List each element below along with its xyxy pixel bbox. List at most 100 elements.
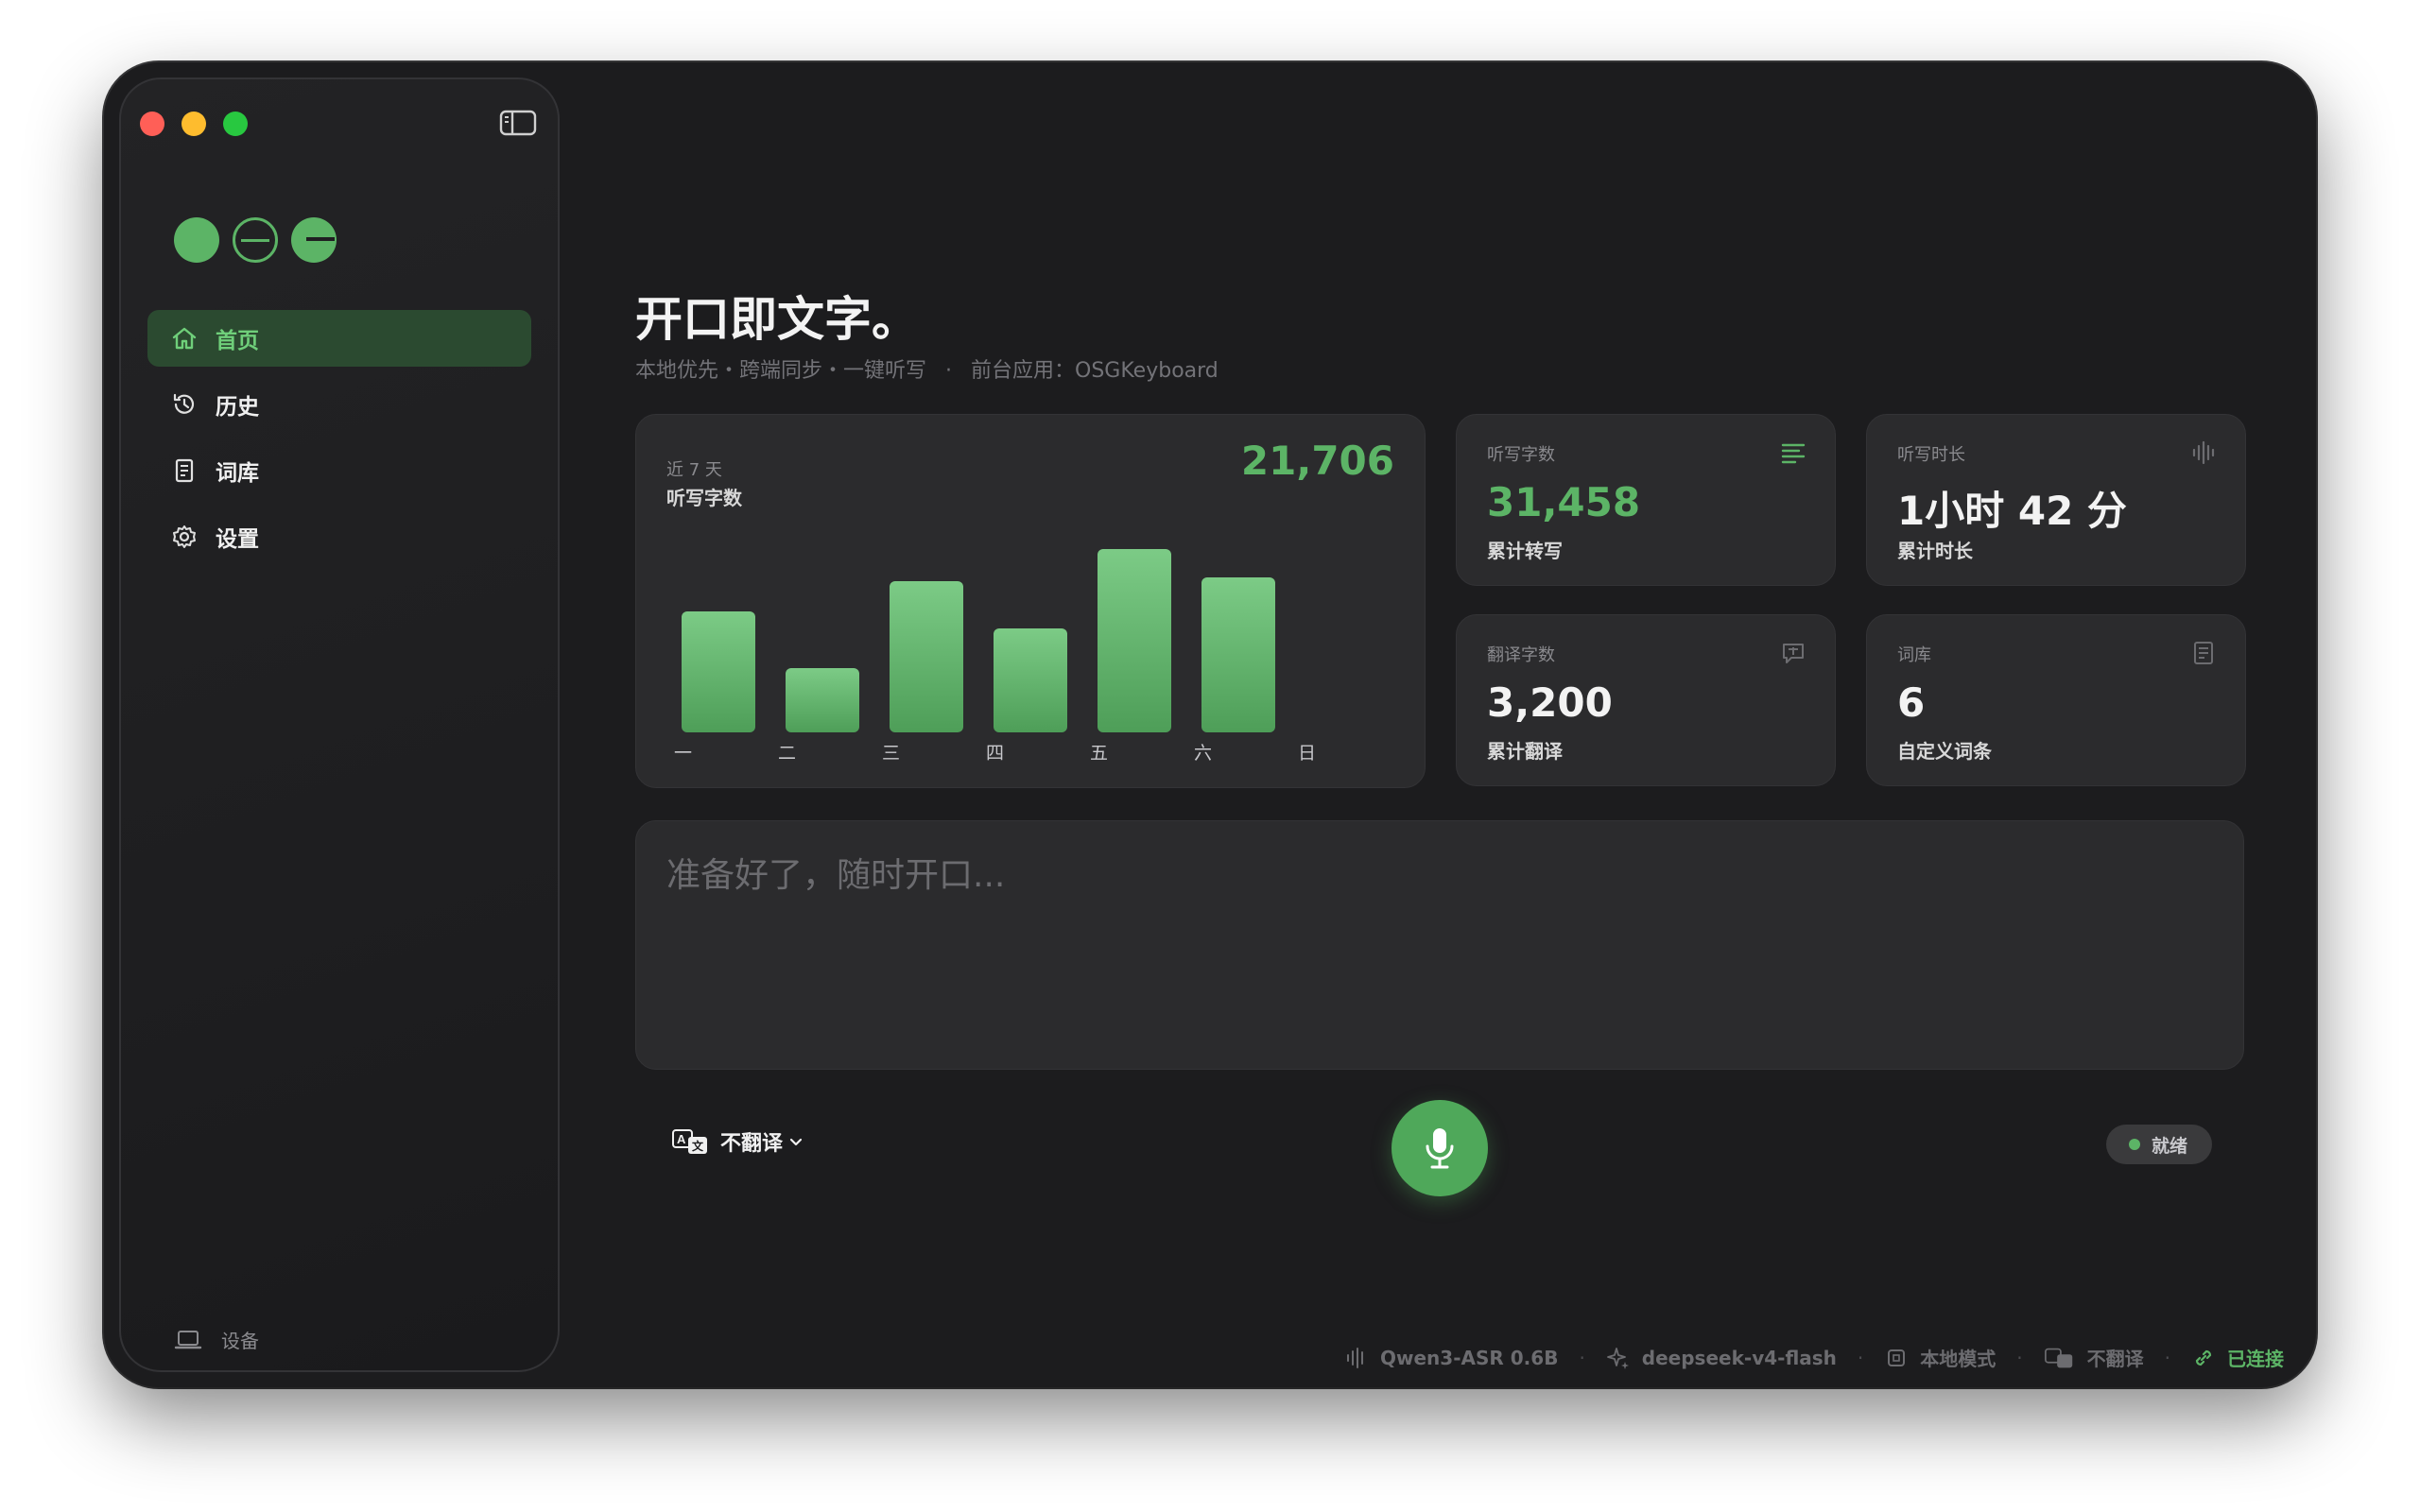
app-window: 首页 历史 词库 设置 设备 开口即文字。 本地优先・跨端同步・一键听写 · 前… [104,62,2316,1387]
translate-indicator[interactable]: 不翻译 [2044,1344,2144,1371]
zoom-window-button[interactable] [223,112,248,136]
minimize-window-button[interactable] [182,112,206,136]
sidebar-item-dictionary[interactable]: 词库 [147,442,531,499]
connection-label: 已连接 [2227,1348,2284,1370]
sidebar-item-home[interactable]: 首页 [147,310,531,367]
svg-text:A: A [677,1132,686,1146]
chip-icon [1888,1349,1906,1366]
record-button[interactable] [1392,1100,1488,1196]
translate-mode-dropdown[interactable]: A 文 不翻译 [671,1126,813,1157]
footer-separator: · [1857,1346,1864,1369]
llm-model-indicator[interactable]: deepseek-v4-flash [1606,1346,1837,1370]
weekly-bar-chart: 一二三四五六日 [674,549,1316,764]
mode-indicator[interactable]: 本地模式 [1884,1344,1996,1371]
book-icon [2194,642,2213,664]
stat-label: 翻译字数 [1487,645,1555,665]
stat-value: 6 [1897,679,1926,726]
close-window-button[interactable] [140,112,164,136]
connection-indicator[interactable]: 已连接 [2191,1344,2284,1371]
sidebar-item-settings[interactable]: 设置 [147,508,531,565]
footer-separator: · [2164,1346,2170,1369]
chart-tick-label: 四 [986,743,1004,764]
translate-icon [2044,1348,2072,1367]
stat-value: 1小时 42 分 [1897,488,2127,534]
stat-card-translate-chars: 翻译字数 3,200 累计翻译 [1456,614,1836,786]
logo-dot-icon [174,217,219,263]
page-subtitle: 本地优先・跨端同步・一键听写 · 前台应用：OSGKeyboard [635,353,1219,384]
status-label: 就绪 [2152,1135,2188,1157]
logo-half-icon [291,217,337,263]
tagline: 本地优先・跨端同步・一键听写 [635,359,927,383]
weekly-chart-card: 近 7 天 听写字数 21,706 一二三四五六日 [635,414,1426,788]
main-content: 开口即文字。 本地优先・跨端同步・一键听写 · 前台应用：OSGKeyboard 近… [635,62,2261,1387]
sidebar-item-label: 设置 [216,527,259,552]
asr-model-indicator[interactable]: Qwen3-ASR 0.6B [1344,1346,1558,1370]
svg-text:文: 文 [692,1139,704,1153]
chart-tick-label: 一 [674,743,692,764]
stat-label: 词库 [1897,645,1931,665]
sidebar-nav: 首页 历史 词库 设置 [147,310,531,575]
app-logo [174,217,337,263]
chart-bar-5 [1201,577,1275,732]
chart-tick-label: 日 [1298,743,1316,764]
sidebar-toggle-icon[interactable] [499,108,537,138]
chart-tick-label: 五 [1090,743,1108,764]
transcript-placeholder: 准备好了，随时开口... [666,856,1006,895]
device-label: 设备 [221,1330,259,1352]
stat-label: 听写字数 [1487,445,1555,465]
chart-bar-2 [890,581,963,732]
status-badge: 就绪 [2106,1125,2213,1164]
foreground-app: 前台应用：OSGKeyboard [971,359,1219,383]
mode-label: 本地模式 [1920,1348,1996,1370]
chevron-down-icon [789,1138,803,1146]
book-icon [175,458,194,483]
home-icon [172,327,197,350]
stat-note: 累计时长 [1897,540,1973,562]
translate-mode-label: 不翻译 [720,1132,784,1156]
chart-bar-1 [786,668,859,732]
sidebar-item-history[interactable]: 历史 [147,376,531,433]
stat-note: 自定义词条 [1897,740,1992,763]
microphone-icon [1426,1128,1454,1169]
translate-icon: A 文 [672,1129,707,1154]
stat-note: 累计翻译 [1487,740,1563,763]
device-button[interactable]: 设备 [174,1326,259,1353]
sidebar-item-label: 词库 [216,461,259,486]
chart-tick-label: 六 [1194,743,1212,764]
llm-model-label: deepseek-v4-flash [1641,1346,1837,1369]
translate-bubble-icon [1783,644,1804,663]
history-icon [173,393,195,414]
footer-separator: · [2016,1346,2023,1369]
page-title: 开口即文字。 [635,292,919,347]
waveform-icon [1347,1347,1364,1368]
sidebar-item-label: 历史 [216,395,259,420]
subtitle-separator: · [945,359,953,383]
stat-card-dictation-chars: 听写字数 31,458 累计转写 [1456,414,1836,586]
sparkle-icon [1606,1347,1629,1369]
translate-label: 不翻译 [2086,1348,2144,1370]
chart-bar-3 [994,628,1067,732]
stat-label: 听写时长 [1897,445,1965,465]
chart-bar-4 [1098,549,1171,732]
status-bar: Qwen3-ASR 0.6B · deepseek-v4-flash · 本地模… [1344,1344,2284,1371]
waveform-icon [2192,440,2215,465]
stat-card-dictation-time: 听写时长 1小时 42 分 累计时长 [1866,414,2246,586]
stat-note: 累计转写 [1487,540,1563,562]
link-icon [2195,1349,2212,1366]
laptop-icon [174,1330,202,1349]
window-controls [140,112,248,136]
stat-value: 31,458 [1487,479,1641,525]
chart-bar-0 [682,611,755,732]
transcript-area[interactable]: 准备好了，随时开口... [635,820,2244,1070]
text-lines-icon [1781,443,1806,464]
sidebar: 首页 历史 词库 设置 设备 [119,77,560,1372]
status-dot-icon [2129,1139,2140,1150]
sidebar-item-label: 首页 [216,329,259,353]
asr-model-label: Qwen3-ASR 0.6B [1380,1346,1559,1369]
stat-card-dictionary: 词库 6 自定义词条 [1866,614,2246,786]
gear-icon [173,525,196,548]
footer-separator: · [1579,1346,1585,1369]
chart-tick-label: 二 [778,743,796,764]
chart-tick-label: 三 [882,743,900,764]
stat-value: 3,200 [1487,679,1613,726]
